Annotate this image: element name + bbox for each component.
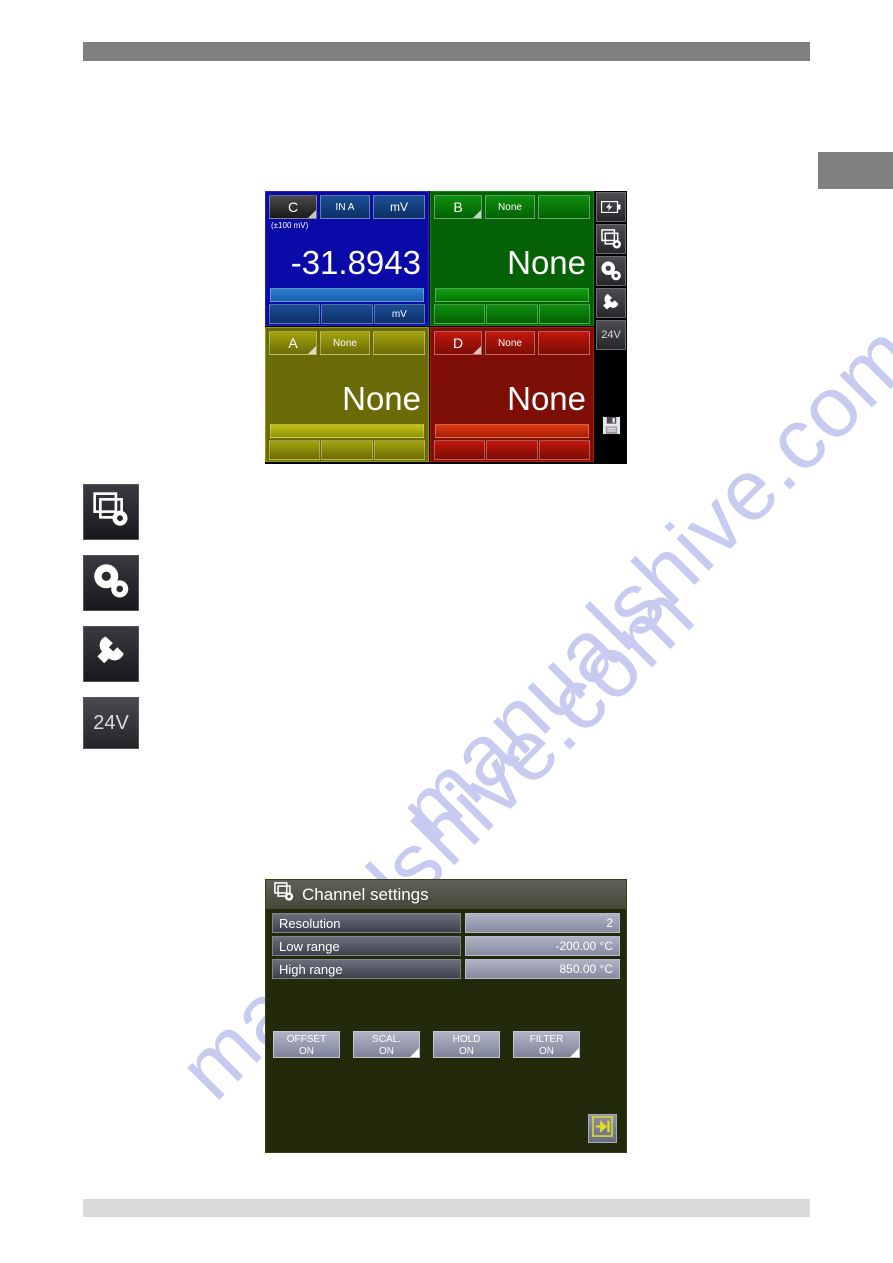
settings-value-low-range[interactable]: -200.00 °C: [465, 936, 620, 956]
channel-b-input-button[interactable]: None: [485, 195, 535, 219]
channel-a-unit-button[interactable]: [373, 331, 425, 355]
channel-d-footer-button-1[interactable]: [434, 440, 486, 460]
channel-b-footer-button-2[interactable]: [486, 304, 538, 324]
filter-toggle-button[interactable]: FILTER ON: [513, 1031, 580, 1058]
channel-settings-icon: [93, 491, 129, 533]
hold-toggle-button[interactable]: HOLD ON: [433, 1031, 500, 1058]
channel-b-footer-button-1[interactable]: [434, 304, 486, 324]
channel-a-footer-button-2[interactable]: [321, 440, 373, 460]
settings-row-high-range[interactable]: High range 850.00 °C: [272, 959, 620, 979]
channel-a-footer-button-1[interactable]: [269, 440, 321, 460]
channel-c-footer-button-2[interactable]: [321, 304, 373, 324]
channel-settings-icon-button[interactable]: [596, 224, 626, 254]
channel-d-footer: [434, 440, 590, 460]
channel-b-letter-button[interactable]: B: [434, 195, 482, 219]
settings-toggle-button-row: OFFSET ON SCAL. ON HOLD ON FILTER ON: [273, 1031, 621, 1058]
channel-b-unit-button[interactable]: [538, 195, 590, 219]
device-screen: C IN A mV (±100 mV) -31.8943 mV B None N…: [265, 191, 627, 464]
channel-grid: C IN A mV (±100 mV) -31.8943 mV B None N…: [265, 191, 594, 464]
channel-c-range-note: (±100 mV): [271, 221, 309, 230]
channel-d-footer-button-3[interactable]: [538, 440, 590, 460]
channel-c-header: C IN A mV: [269, 195, 425, 219]
legend-icon-column: 24V: [83, 484, 139, 764]
page-header-bar: [83, 42, 810, 61]
channel-a-header: A None: [269, 331, 425, 355]
exit-arrow-icon: [592, 1115, 613, 1142]
service-wrench-icon: [600, 292, 622, 314]
channel-a-input-button[interactable]: None: [320, 331, 370, 355]
settings-value-resolution[interactable]: 2: [465, 913, 620, 933]
dialog-title-text: Channel settings: [302, 884, 429, 904]
channel-a-footer: [269, 440, 425, 460]
legend-24v-icon-box: 24V: [83, 697, 139, 749]
channel-a-letter-button[interactable]: A: [269, 331, 317, 355]
legend-service-wrench-icon-box: [83, 626, 139, 682]
channel-settings-dialog: Channel settings Resolution 2 Low range …: [265, 879, 627, 1153]
settings-label-high-range: High range: [272, 959, 461, 979]
channel-c-letter-button[interactable]: C: [269, 195, 317, 219]
offset-button-line2: ON: [299, 1046, 314, 1057]
channel-settings-icon: [274, 882, 294, 907]
channel-b-footer: [434, 304, 590, 324]
channel-panel-a[interactable]: A None None: [265, 327, 429, 462]
channel-d-input-button[interactable]: None: [485, 331, 535, 355]
channel-panel-d[interactable]: D None None: [430, 327, 594, 462]
channel-d-footer-button-2[interactable]: [486, 440, 538, 460]
scaling-button-line2: ON: [379, 1046, 394, 1057]
channel-b-value: None: [507, 244, 586, 281]
channel-a-bargraph: [270, 424, 424, 438]
settings-label-low-range: Low range: [272, 936, 461, 956]
device-toolbar: 24V: [595, 191, 627, 464]
offset-toggle-button[interactable]: OFFSET ON: [273, 1031, 340, 1058]
channel-b-bargraph: [435, 288, 589, 302]
page-side-tab-marker: [818, 152, 893, 189]
save-floppy-icon-button[interactable]: [596, 410, 626, 440]
settings-label-resolution: Resolution: [272, 913, 461, 933]
battery-charging-icon-button[interactable]: [596, 192, 626, 222]
device-settings-icon: [92, 562, 130, 605]
service-wrench-icon: [92, 633, 130, 676]
hold-button-line2: ON: [459, 1046, 474, 1057]
channel-d-bargraph: [435, 424, 589, 438]
legend-device-settings-icon-box: [83, 555, 139, 611]
settings-row-resolution[interactable]: Resolution 2: [272, 913, 620, 933]
dialog-exit-button[interactable]: [588, 1114, 617, 1143]
channel-c-footer-button-1[interactable]: [269, 304, 321, 324]
channel-d-letter-button[interactable]: D: [434, 331, 482, 355]
settings-row-low-range[interactable]: Low range -200.00 °C: [272, 936, 620, 956]
channel-a-footer-button-3[interactable]: [373, 440, 425, 460]
channel-a-value: None: [342, 380, 421, 417]
device-settings-icon-button[interactable]: [596, 256, 626, 286]
channel-panel-b[interactable]: B None None: [430, 191, 594, 326]
channel-panel-c[interactable]: C IN A mV (±100 mV) -31.8943 mV: [265, 191, 429, 326]
channel-b-header: B None: [434, 195, 590, 219]
channel-c-value: -31.8943: [290, 244, 421, 281]
device-settings-icon: [600, 260, 622, 282]
legend-channel-settings-icon-box: [83, 484, 139, 540]
dialog-title-bar: Channel settings: [266, 880, 626, 909]
channel-d-header: D None: [434, 331, 590, 355]
scaling-button-line1: SCAL.: [372, 1034, 401, 1045]
page-footer-bar: [83, 1199, 810, 1217]
channel-c-unit-button[interactable]: mV: [373, 195, 425, 219]
scaling-toggle-button[interactable]: SCAL. ON: [353, 1031, 420, 1058]
save-floppy-icon: [602, 416, 621, 435]
service-wrench-icon-button[interactable]: [596, 288, 626, 318]
channel-c-footer-button-3[interactable]: mV: [373, 304, 425, 324]
offset-button-line1: OFFSET: [286, 1034, 327, 1045]
channel-d-value: None: [507, 380, 586, 417]
battery-charging-icon: [601, 201, 621, 213]
settings-row-list: Resolution 2 Low range -200.00 °C High r…: [272, 913, 620, 982]
channel-d-unit-button[interactable]: [538, 331, 590, 355]
settings-value-high-range[interactable]: 850.00 °C: [465, 959, 620, 979]
filter-button-line1: FILTER: [529, 1034, 564, 1045]
24v-supply-button[interactable]: 24V: [596, 320, 626, 350]
channel-c-bargraph: [270, 288, 424, 302]
filter-button-line2: ON: [539, 1046, 554, 1057]
hold-button-line1: HOLD: [452, 1034, 481, 1045]
channel-c-footer: mV: [269, 304, 425, 324]
channel-settings-icon: [600, 228, 622, 250]
channel-b-footer-button-3[interactable]: [538, 304, 590, 324]
channel-c-input-button[interactable]: IN A: [320, 195, 370, 219]
